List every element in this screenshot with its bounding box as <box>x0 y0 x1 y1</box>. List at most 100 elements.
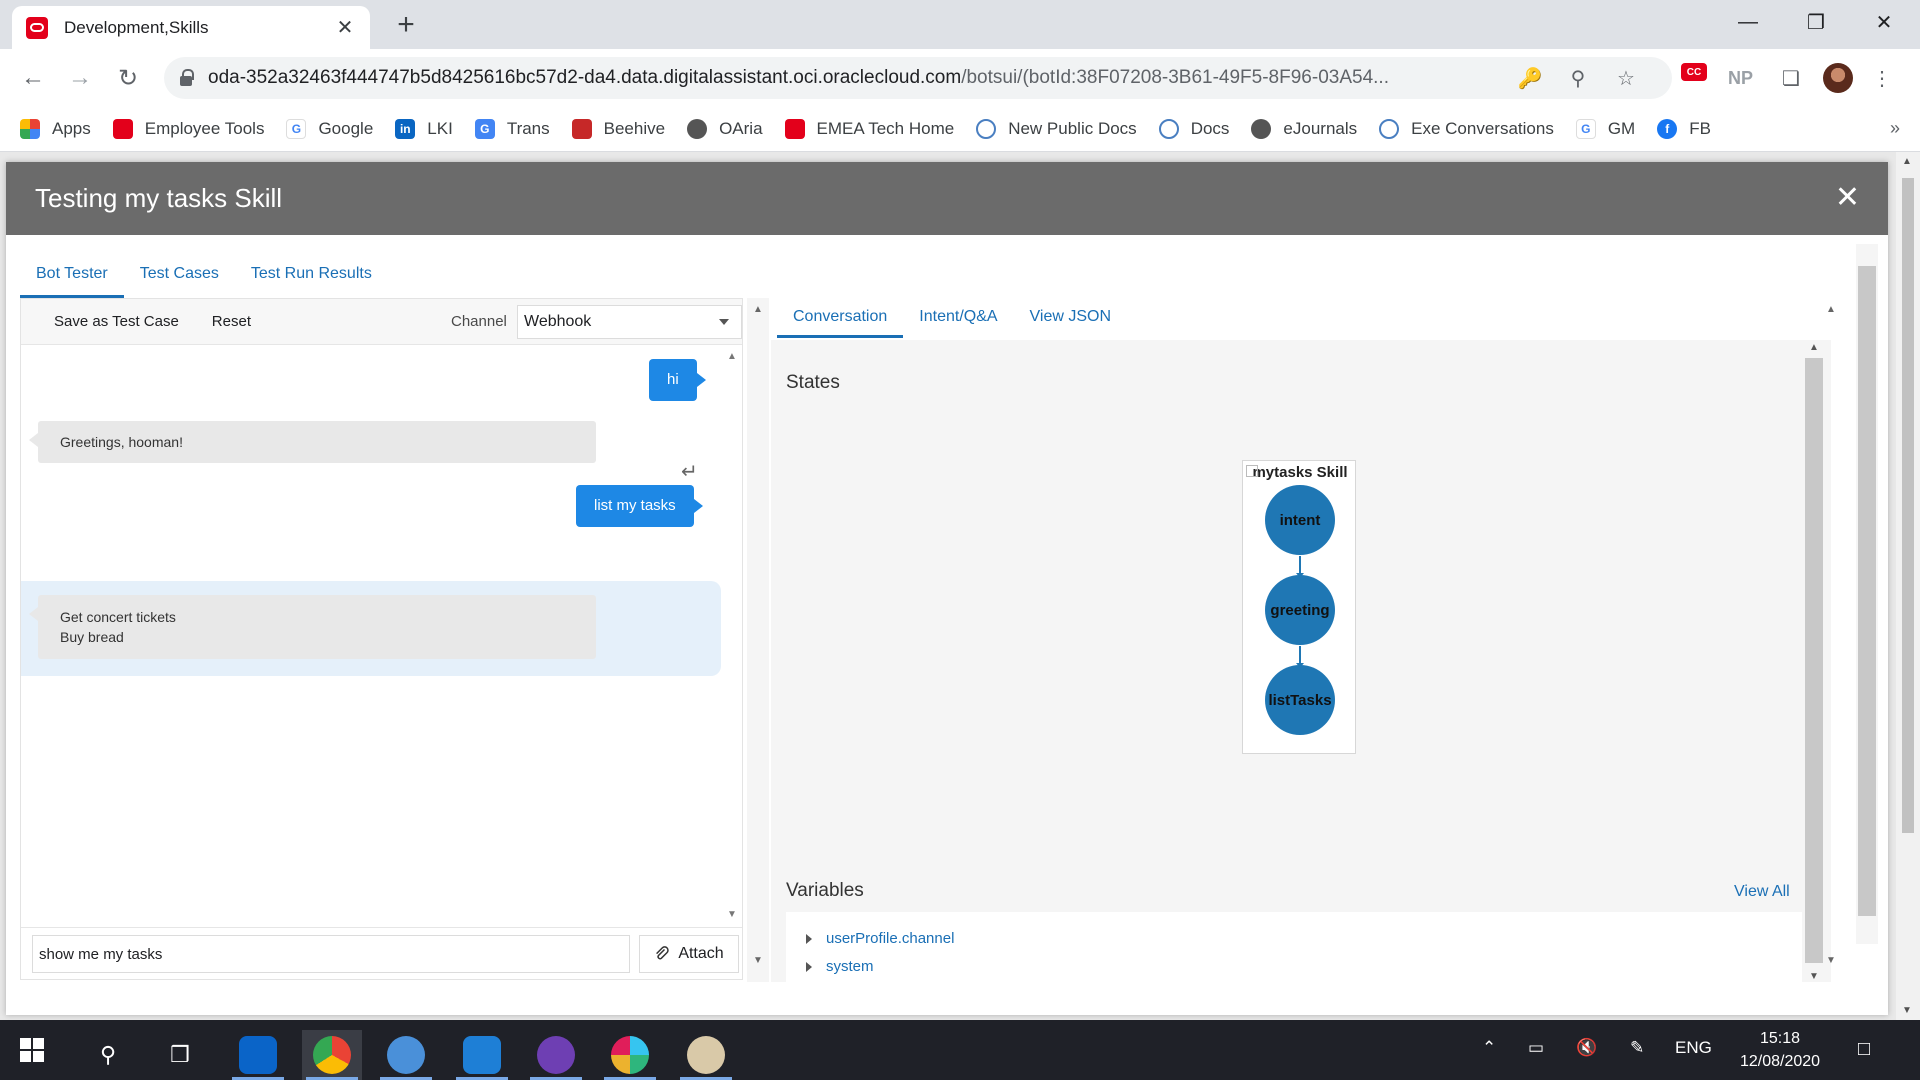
tab-test-run-results[interactable]: Test Run Results <box>235 254 388 298</box>
bookmark-lki[interactable]: in LKI <box>395 118 453 139</box>
battery-icon[interactable]: ▭ <box>1528 1038 1544 1058</box>
tab-view-json[interactable]: View JSON <box>1014 298 1128 338</box>
forward-arrow-icon[interactable]: → <box>63 61 97 95</box>
more-bookmarks-chevron-icon[interactable]: » <box>1890 118 1900 139</box>
task-item: Get concert tickets <box>60 609 176 625</box>
attach-label: Attach <box>678 945 724 962</box>
browser-tab[interactable]: Development,Skills ✕ <box>12 6 370 49</box>
cc-extension-icon[interactable]: CC <box>1681 63 1707 81</box>
restore-button[interactable]: ❐ <box>1784 0 1848 44</box>
tab-bot-tester[interactable]: Bot Tester <box>20 254 124 298</box>
bot-message-bubble: Get concert tickets Buy bread <box>29 595 596 659</box>
bookmark-docs[interactable]: Docs <box>1158 118 1229 139</box>
slack-app-icon[interactable] <box>600 1030 660 1080</box>
bookmark-fb[interactable]: f FB <box>1657 118 1711 139</box>
attach-button[interactable]: Attach <box>639 935 739 973</box>
close-window-button[interactable]: ✕ <box>1852 0 1916 44</box>
chrome-app-icon[interactable] <box>302 1030 362 1080</box>
bookmark-google[interactable]: G Google <box>286 118 374 139</box>
outlook-app-icon[interactable] <box>228 1030 288 1080</box>
variable-item[interactable]: userProfile.channel <box>806 930 954 947</box>
channel-label: Channel <box>451 313 507 330</box>
linkedin-icon: in <box>395 118 416 139</box>
volume-muted-icon[interactable]: 🔇 <box>1576 1038 1597 1058</box>
oracle-favicon-icon <box>26 16 48 39</box>
retry-arrow-icon[interactable]: ↵ <box>681 459 698 484</box>
np-extension-icon[interactable]: NP <box>1728 63 1753 93</box>
minimize-button[interactable]: — <box>1716 0 1780 44</box>
search-icon[interactable]: ⚲ <box>78 1030 138 1080</box>
url-text: oda-352a32463f444747b5d8425616bc57d2-da4… <box>208 67 1389 88</box>
paint-app-icon[interactable] <box>676 1030 736 1080</box>
mail-app-icon[interactable] <box>376 1030 436 1080</box>
windows-taskbar: ⚲ ❒ ⌃ ▭ 🔇 ✎ ENG 15:18 12/08/2020 □ <box>0 1020 1920 1080</box>
bookmark-label: FB <box>1689 118 1711 138</box>
translate-icon: G <box>474 118 495 139</box>
state-node-greeting[interactable]: greeting <box>1265 575 1335 645</box>
right-edge-scroll[interactable]: ▲ ▼ <box>1826 298 1836 982</box>
back-arrow-icon[interactable]: ← <box>16 61 50 95</box>
address-bar[interactable]: oda-352a32463f444747b5d8425616bc57d2-da4… <box>164 57 1672 99</box>
chat-scrollbar[interactable]: ▲ ▼ <box>725 349 739 922</box>
vscode-app-icon[interactable] <box>452 1030 512 1080</box>
conversation-scrollbar[interactable]: ▲ ▼ <box>1804 340 1824 982</box>
tab-conversation[interactable]: Conversation <box>777 298 904 338</box>
state-node-intent[interactable]: intent <box>1265 485 1335 555</box>
menu-kebab-icon[interactable]: ⋮ <box>1872 63 1892 93</box>
facebook-icon: f <box>1657 118 1678 139</box>
windows-start-icon[interactable] <box>20 1038 44 1062</box>
star-bookmark-icon[interactable]: ☆ <box>1610 66 1642 91</box>
save-as-test-case-button[interactable]: Save as Test Case <box>54 313 179 330</box>
message-input[interactable] <box>32 935 630 973</box>
bookmark-ejournals[interactable]: eJournals <box>1251 118 1357 139</box>
expand-caret-icon <box>806 961 812 972</box>
task-view-icon[interactable]: ❒ <box>150 1030 210 1080</box>
page-scrollbar[interactable]: ▲ ▼ <box>1896 152 1920 1020</box>
tab-intent-qa[interactable]: Intent/Q&A <box>903 298 1013 338</box>
zoom-icon[interactable]: ⚲ <box>1562 66 1594 91</box>
bookmark-label: Google <box>318 118 374 138</box>
bookmark-gm[interactable]: G GM <box>1575 118 1635 139</box>
panel-splitter[interactable]: ▲ ▼ <box>747 298 769 982</box>
key-icon[interactable]: 🔑 <box>1514 66 1546 91</box>
bookmark-employee-tools[interactable]: Employee Tools <box>112 118 264 139</box>
task-item: Buy bread <box>60 629 124 645</box>
bookmark-exe-conversations[interactable]: Exe Conversations <box>1379 118 1554 139</box>
github-app-icon[interactable] <box>526 1030 586 1080</box>
graph-title: mytasks Skill <box>1243 464 1357 481</box>
channel-value: Webhook <box>524 313 592 330</box>
profile-avatar[interactable] <box>1823 63 1853 93</box>
close-modal-icon[interactable]: ✕ <box>1835 180 1860 215</box>
chat-transcript: hi Greetings, hooman! ↵ list my tasks Ge… <box>21 345 721 923</box>
bookmark-new-public-docs[interactable]: New Public Docs <box>976 118 1137 139</box>
pen-icon[interactable]: ✎ <box>1630 1038 1644 1058</box>
bookmark-apps[interactable]: Apps <box>20 118 91 139</box>
bookmarks-bar: Apps Employee Tools G Google in LKI G Trans Beeh… <box>0 106 1920 152</box>
bookmark-oaria[interactable]: OAria <box>687 118 763 139</box>
modal-title: Testing my tasks Skill <box>35 183 283 213</box>
browser-tab-strip: Development,Skills ✕ + — ❐ ✕ <box>0 0 1920 49</box>
states-graph: mytasks Skill intent greeting listTasks <box>1242 460 1356 754</box>
close-tab-icon[interactable]: ✕ <box>334 15 356 40</box>
channel-select[interactable]: Webhook <box>517 305 742 339</box>
bookmark-label: EMEA Tech Home <box>816 118 955 138</box>
tab-test-cases[interactable]: Test Cases <box>124 254 235 298</box>
bookmark-trans[interactable]: G Trans <box>474 118 550 139</box>
chevron-up-icon[interactable]: ⌃ <box>1482 1038 1496 1058</box>
bookmark-emea-tech-home[interactable]: EMEA Tech Home <box>784 118 955 139</box>
reload-icon[interactable]: ↻ <box>111 61 145 95</box>
paperclip-icon <box>656 946 670 960</box>
view-all-link[interactable]: View All <box>1734 883 1790 901</box>
language-indicator[interactable]: ENG <box>1675 1038 1712 1058</box>
modal-scrollbar[interactable] <box>1856 244 1878 944</box>
chat-toolbar: Save as Test Case Reset Channel Webhook <box>21 299 742 345</box>
bookmark-beehive[interactable]: Beehive <box>571 118 665 139</box>
new-tab-button[interactable]: + <box>392 10 420 40</box>
state-node-listtasks[interactable]: listTasks <box>1265 665 1335 735</box>
chat-input-row: Attach <box>21 927 742 979</box>
reset-button[interactable]: Reset <box>212 313 251 330</box>
variable-item[interactable]: system <box>806 958 874 975</box>
clock[interactable]: 15:18 12/08/2020 <box>1720 1027 1840 1073</box>
notifications-icon[interactable]: □ <box>1858 1038 1870 1061</box>
extensions-puzzle-icon[interactable]: ❏ <box>1776 63 1806 93</box>
